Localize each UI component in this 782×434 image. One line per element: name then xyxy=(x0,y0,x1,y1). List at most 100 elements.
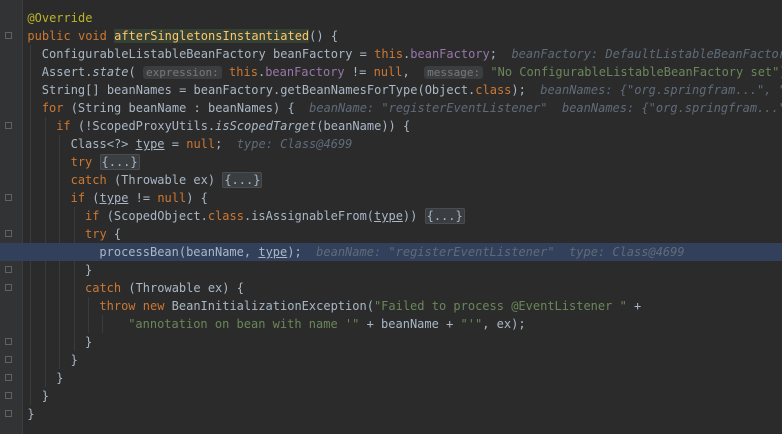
folded-region[interactable]: {...} xyxy=(424,208,465,224)
code-line[interactable]: } xyxy=(0,333,782,351)
code-token: (Throwable ex) { xyxy=(128,281,244,295)
code-token: (Throwable ex) xyxy=(113,173,223,187)
code-text: String[] beanNames = beanFactory.getBean… xyxy=(42,81,782,99)
code-line[interactable]: } xyxy=(0,369,782,387)
debugger-inline-value: beanName: "registerEventListener" beanNa… xyxy=(294,101,782,115)
code-token: type xyxy=(258,245,288,259)
code-token: = xyxy=(164,137,187,151)
code-token: .isAssignableFrom( xyxy=(243,209,375,223)
code-text: try { xyxy=(85,225,121,243)
code-text: for (String beanName : beanNames) { bean… xyxy=(42,99,782,117)
code-token: )) xyxy=(402,209,425,223)
code-line[interactable]: catch (Throwable ex) { xyxy=(0,279,782,297)
code-line[interactable]: throw new BeanInitializationException("F… xyxy=(0,297,782,315)
code-text: @Override xyxy=(27,9,92,27)
parameter-hint: message: xyxy=(424,66,484,79)
code-token: state xyxy=(92,65,129,79)
code-token: for xyxy=(41,101,71,115)
code-editor[interactable]: @Override public void afterSingletonsInst… xyxy=(0,0,782,434)
code-token: + xyxy=(626,299,642,313)
code-token: } xyxy=(56,371,64,385)
code-line[interactable]: String[] beanNames = beanFactory.getBean… xyxy=(0,81,782,99)
code-token: catch xyxy=(85,281,129,295)
code-line[interactable]: } xyxy=(0,405,782,423)
code-text: } xyxy=(71,351,78,369)
code-token: != xyxy=(344,65,374,79)
code-token: , xyxy=(402,65,425,79)
code-token: ) { xyxy=(186,191,208,205)
code-token: try xyxy=(85,227,114,241)
code-token: beanFactory xyxy=(265,65,345,79)
code-text: } xyxy=(85,333,92,351)
code-line[interactable]: @Override xyxy=(0,9,782,27)
code-token: != xyxy=(128,191,158,205)
code-line[interactable]: catch (Throwable ex) {...} xyxy=(0,171,782,189)
code-text: } xyxy=(27,405,34,423)
code-token: } xyxy=(85,263,93,277)
code-line[interactable]: } xyxy=(0,351,782,369)
code-token: public void xyxy=(27,29,115,43)
code-line[interactable]: if (!ScopedProxyUtils.isScopedTarget(bea… xyxy=(0,117,782,135)
code-token: (String beanName : beanNames) { xyxy=(70,101,295,115)
code-token: beanFactory xyxy=(410,47,490,61)
code-line[interactable]: Class<?> type = null; type: Class@4699 xyxy=(0,135,782,153)
code-token: } xyxy=(85,335,93,349)
code-line[interactable]: ConfigurableListableBeanFactory beanFact… xyxy=(0,45,782,63)
code-line[interactable]: } xyxy=(0,261,782,279)
code-line[interactable]: Assert.state( expression: this.beanFacto… xyxy=(0,63,782,81)
code-token: null xyxy=(373,65,403,79)
code-token: try xyxy=(70,155,100,169)
code-text: } xyxy=(85,261,92,279)
code-token: this xyxy=(229,65,258,79)
code-token: null xyxy=(157,191,187,205)
code-token: , ex); xyxy=(482,317,526,331)
code-token: ( xyxy=(128,65,143,79)
code-token: } xyxy=(41,389,50,403)
code-token: type xyxy=(135,137,165,151)
code-line[interactable]: "annotation on bean with name '" + beanN… xyxy=(0,315,782,333)
debugger-inline-value: beanNames: {"org.springfram...", " xyxy=(525,83,782,97)
folded-region[interactable]: {...} xyxy=(222,172,263,188)
code-token: "'" xyxy=(460,317,483,331)
code-text: } xyxy=(56,369,63,387)
code-token: "Failed to process @EventListener " xyxy=(373,299,627,313)
code-token: String[] beanNames = beanFactory.getBean… xyxy=(41,83,476,97)
code-token: if xyxy=(56,119,78,133)
code-line[interactable]: if (type != null) { xyxy=(0,189,782,207)
code-token: BeanInitializationException( xyxy=(171,299,374,313)
code-line[interactable]: public void afterSingletonsInstantiated(… xyxy=(0,27,782,45)
code-token: Class<?> xyxy=(70,137,136,151)
code-token: ); xyxy=(287,245,302,259)
code-token: (!ScopedProxyUtils. xyxy=(77,119,216,133)
code-line[interactable]: if (ScopedObject.class.isAssignableFrom(… xyxy=(0,207,782,225)
parameter-hint: expression: xyxy=(142,66,222,79)
code-token: "No ConfigurableListableBeanFactory set" xyxy=(490,65,780,79)
code-token: ConfigurableListableBeanFactory beanFact… xyxy=(41,47,375,61)
code-token: { xyxy=(113,227,122,241)
code-text: catch (Throwable ex) { xyxy=(85,279,244,297)
code-token: Assert. xyxy=(41,65,93,79)
code-line[interactable]: } xyxy=(0,387,782,405)
code-token: afterSingletonsInstantiated xyxy=(114,29,310,43)
folded-region[interactable]: {...} xyxy=(99,154,140,170)
code-token: if xyxy=(70,191,93,205)
code-text: if (type != null) { xyxy=(71,189,208,207)
code-token: processBean(beanName, xyxy=(99,245,259,259)
code-line[interactable]: try { xyxy=(0,225,782,243)
code-line[interactable]: try {...} xyxy=(0,153,782,171)
code-line[interactable]: for (String beanName : beanNames) { bean… xyxy=(0,99,782,117)
code-token: class xyxy=(475,83,512,97)
code-token: ); xyxy=(511,83,526,97)
code-token: } xyxy=(27,407,35,421)
code-text: Assert.state( expression: this.beanFacto… xyxy=(42,63,782,82)
debugger-inline-value: type: Class@4699 xyxy=(222,137,353,151)
debugger-inline-value: beanFactory: DefaultListableBeanFactory@ xyxy=(497,47,782,61)
code-text: } xyxy=(42,387,49,405)
code-text: throw new BeanInitializationException("F… xyxy=(99,297,641,315)
code-token: catch xyxy=(70,173,114,187)
code-token: ( xyxy=(92,191,100,205)
code-token: type xyxy=(99,191,129,205)
code-text: try {...} xyxy=(71,153,140,171)
current-execution-line[interactable]: processBean(beanName, type); beanName: "… xyxy=(0,243,782,261)
